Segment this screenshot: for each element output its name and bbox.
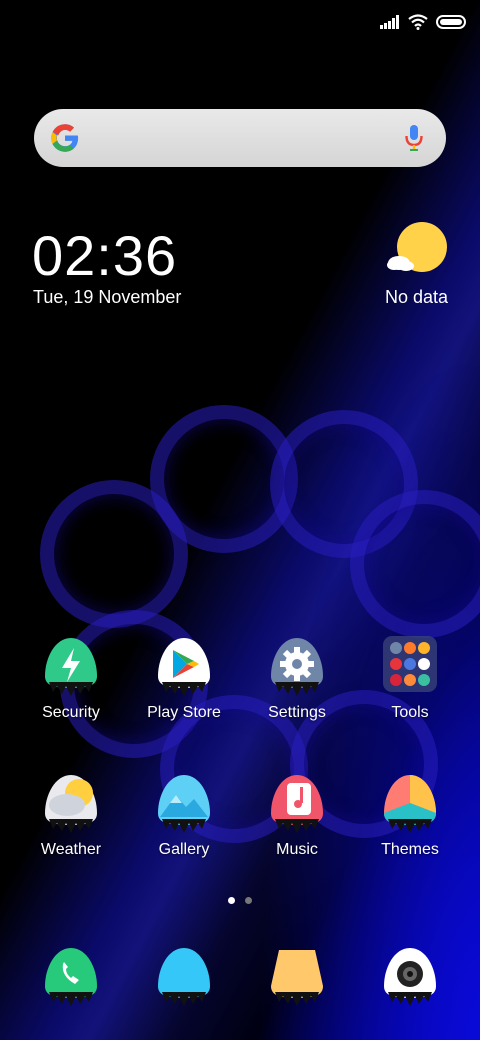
battery-icon [436, 15, 466, 29]
weather-status[interactable]: No data [385, 287, 448, 308]
app-security[interactable]: Security [16, 636, 126, 722]
notes-icon [271, 950, 323, 1006]
wallpaper-ring [40, 480, 188, 628]
app-label: Tools [391, 704, 429, 721]
app-label: Play Store [147, 704, 221, 721]
mountain-icon [158, 775, 210, 833]
play-store-icon [158, 638, 210, 696]
app-label: Settings [268, 704, 326, 721]
google-logo-icon [51, 124, 79, 152]
app-label: Security [42, 704, 100, 721]
themes-icon [384, 775, 436, 833]
app-tools-folder[interactable]: Tools [355, 636, 465, 722]
app-label: Weather [40, 841, 102, 858]
signal-icon [380, 15, 399, 29]
folder-icon [383, 636, 437, 692]
wallpaper-ring [350, 490, 480, 638]
app-weather[interactable]: Weather [16, 773, 126, 859]
page-indicator [228, 897, 252, 904]
app-settings[interactable]: Settings [242, 636, 352, 722]
partly-cloudy-icon[interactable] [386, 222, 448, 278]
gear-icon [271, 638, 323, 696]
clock-time[interactable]: 02:36 [32, 224, 177, 288]
status-bar [380, 10, 466, 34]
lightning-icon [45, 638, 97, 696]
app-gallery[interactable]: Gallery [129, 773, 239, 859]
weather-icon [45, 775, 97, 833]
dock-phone[interactable] [16, 946, 126, 1008]
camera-icon [384, 948, 436, 1006]
phone-icon [45, 948, 97, 1006]
mic-icon[interactable] [404, 124, 424, 152]
page-dot[interactable] [245, 897, 252, 904]
clock-date[interactable]: Tue, 19 November [33, 287, 181, 308]
page-dot-active[interactable] [228, 897, 235, 904]
music-note-icon [271, 775, 323, 833]
app-label: Gallery [158, 841, 210, 858]
app-themes[interactable]: Themes [355, 773, 465, 859]
wifi-icon [408, 14, 428, 30]
messages-icon [158, 948, 210, 1006]
dock-messages[interactable] [129, 946, 239, 1008]
search-bar[interactable] [34, 109, 446, 167]
app-label: Themes [381, 841, 439, 858]
app-music[interactable]: Music [242, 773, 352, 859]
app-label: Music [276, 841, 318, 858]
dock-camera[interactable] [355, 946, 465, 1008]
dock-notes[interactable] [242, 946, 352, 1008]
app-play-store[interactable]: Play Store [129, 636, 239, 722]
